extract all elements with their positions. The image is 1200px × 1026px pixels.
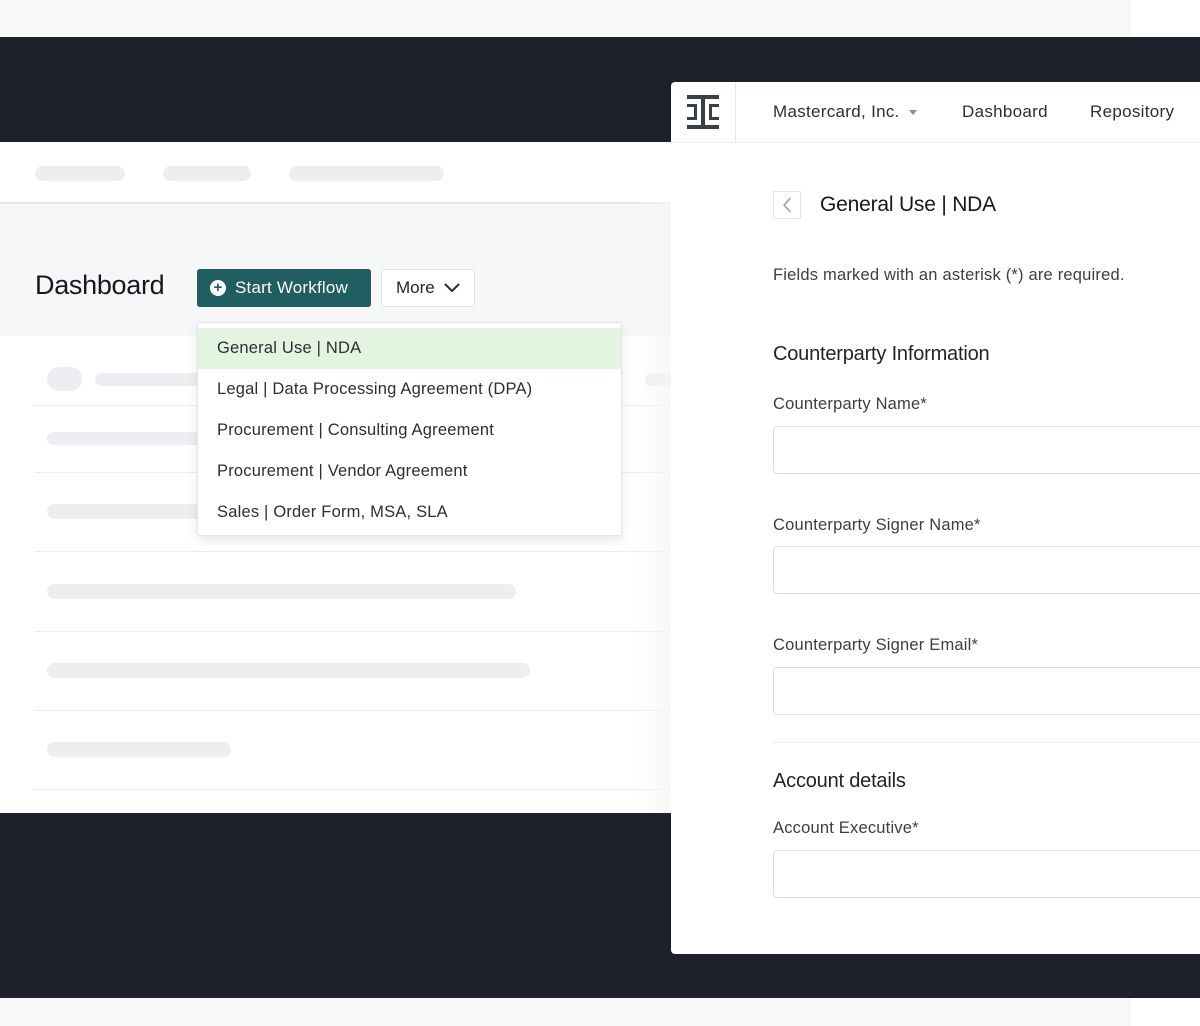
counterparty-signer-email-input[interactable] — [773, 667, 1200, 715]
nav-repository[interactable]: Repository — [1090, 102, 1174, 122]
more-label: More — [396, 278, 435, 297]
menu-item-sales-order-form[interactable]: Sales | Order Form, MSA, SLA — [198, 492, 621, 533]
skeleton-avatar — [47, 367, 82, 391]
account-executive-input[interactable] — [773, 850, 1200, 898]
start-workflow-button[interactable]: + Start Workflow — [197, 269, 371, 307]
caret-down-icon — [908, 109, 917, 115]
page-title: Dashboard — [35, 270, 165, 300]
row-divider — [34, 551, 672, 552]
plus-circle-icon: + — [210, 280, 226, 296]
row-divider — [34, 789, 672, 790]
counterparty-signer-name-input[interactable] — [773, 546, 1200, 594]
skeleton-text — [47, 432, 207, 445]
back-button[interactable] — [773, 191, 801, 219]
nav-dashboard[interactable]: Dashboard — [962, 102, 1048, 122]
org-switcher[interactable]: Mastercard, Inc. — [773, 102, 917, 122]
top-nav: Mastercard, Inc. Dashboard Repository — [671, 82, 1200, 143]
counterparty-name-input[interactable] — [773, 426, 1200, 474]
workflow-form-panel: Mastercard, Inc. Dashboard Repository Ge… — [671, 82, 1200, 954]
start-workflow-label: Start Workflow — [235, 278, 349, 297]
section-heading-account-details: Account details — [773, 770, 906, 792]
menu-item-procurement-consulting[interactable]: Procurement | Consulting Agreement — [198, 410, 621, 451]
org-name: Mastercard, Inc. — [773, 102, 900, 121]
skeleton-text — [47, 663, 530, 678]
row-divider — [34, 710, 672, 711]
chevron-left-icon — [783, 197, 791, 213]
counterparty-signer-email-label: Counterparty Signer Email* — [773, 636, 979, 654]
brand-logo-icon — [687, 95, 719, 129]
skeleton-text — [95, 373, 205, 386]
more-button[interactable]: More — [381, 269, 475, 307]
workflow-dropdown-menu: General Use | NDA Legal | Data Processin… — [197, 322, 622, 536]
skeleton-nav-item — [289, 166, 444, 181]
section-heading-counterparty: Counterparty Information — [773, 343, 990, 365]
menu-item-procurement-vendor[interactable]: Procurement | Vendor Agreement — [198, 451, 621, 492]
counterparty-signer-name-label: Counterparty Signer Name* — [773, 516, 981, 534]
menu-item-legal-dpa[interactable]: Legal | Data Processing Agreement (DPA) — [198, 369, 621, 410]
skeleton-text — [47, 742, 231, 757]
counterparty-name-label: Counterparty Name* — [773, 395, 928, 413]
skeleton-nav-item — [163, 166, 251, 181]
skeleton-text — [47, 504, 207, 519]
menu-item-general-use-nda[interactable]: General Use | NDA — [198, 328, 621, 369]
logo[interactable] — [671, 82, 736, 142]
form-title: General Use | NDA — [820, 193, 996, 216]
row-divider — [34, 631, 672, 632]
panel-shadow — [632, 202, 672, 813]
required-fields-note: Fields marked with an asterisk (*) are r… — [773, 266, 1125, 284]
section-divider — [773, 742, 1200, 743]
skeleton-text — [47, 584, 516, 599]
account-executive-label: Account Executive* — [773, 819, 919, 837]
skeleton-nav-item — [35, 166, 125, 181]
dashboard-topbar — [0, 142, 672, 204]
chevron-down-icon — [444, 283, 460, 292]
